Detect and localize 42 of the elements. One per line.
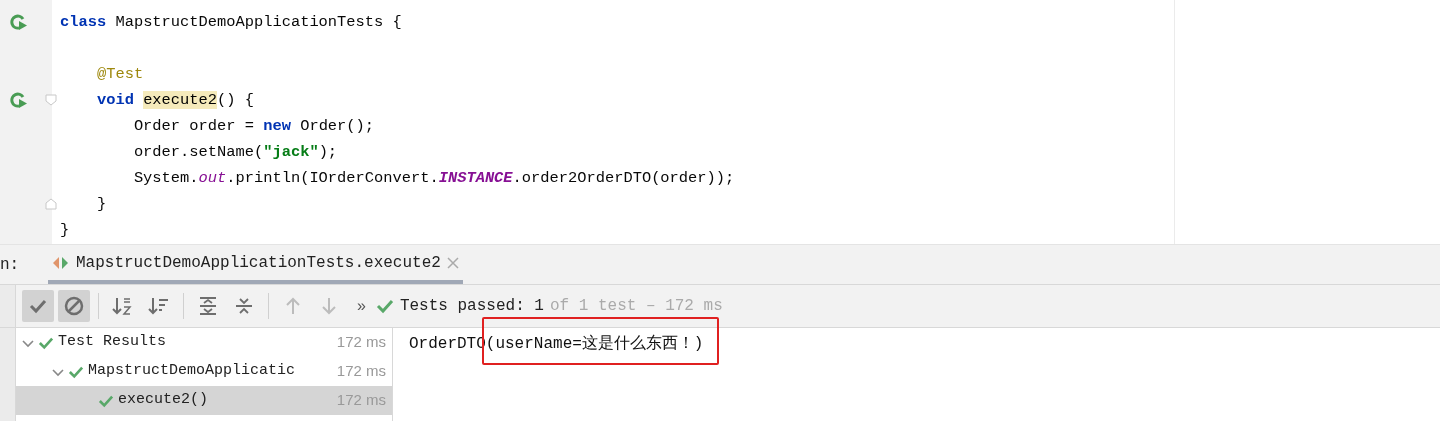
expand-all-icon xyxy=(198,296,218,316)
collapse-all-icon xyxy=(234,296,254,316)
code-line: order.setName("jack"); xyxy=(132,142,339,163)
run-test-icon[interactable] xyxy=(10,13,28,31)
toolbar-button[interactable] xyxy=(22,290,54,322)
check-icon xyxy=(28,297,48,315)
test-duration: 172 ms xyxy=(336,332,386,353)
tests-detail-text: of 1 test – 172 ms xyxy=(549,296,723,317)
fold-marker-icon[interactable] xyxy=(45,94,57,106)
more-text[interactable]: » xyxy=(357,294,366,318)
test-duration: 172 ms xyxy=(336,361,386,382)
tests-passed-text: Tests passed: 1 xyxy=(399,296,544,317)
tree-row[interactable]: Test Results 172 ms xyxy=(16,328,392,357)
code-line: void execute2() { xyxy=(95,90,255,111)
tab-label: MapstructDemoApplicationTests.execute2 xyxy=(76,252,441,274)
code-line: System.out.println(IOrderConvert.INSTANCE.order2OrderDTO(order)); xyxy=(132,168,736,189)
arrow-up-icon xyxy=(284,296,302,316)
close-icon[interactable] xyxy=(446,256,459,269)
stop-icon xyxy=(64,296,84,316)
run-label: n: xyxy=(0,254,21,276)
arrow-down-icon xyxy=(320,296,338,316)
run-test-icon[interactable] xyxy=(10,91,28,109)
test-name: execute2() xyxy=(118,390,209,411)
fold-marker-icon[interactable] xyxy=(45,198,57,210)
test-name: Test Results xyxy=(58,332,168,353)
tree-row[interactable]: execute2() 172 ms xyxy=(16,386,392,415)
code-line: Order order = new Order(); xyxy=(132,116,376,137)
test-duration: 172 ms xyxy=(336,390,386,411)
check-icon xyxy=(38,335,54,350)
code-line: class MapstructDemoApplicationTests { xyxy=(60,12,403,33)
test-name: MapstructDemoApplicatic xyxy=(88,361,297,382)
sort-alpha-icon xyxy=(112,296,134,316)
tree-row[interactable]: MapstructDemoApplicatic 172 ms xyxy=(16,357,392,386)
code-line: } xyxy=(60,220,71,241)
check-icon xyxy=(375,298,394,314)
play-pair-icon xyxy=(52,255,70,270)
toolbar-button[interactable] xyxy=(58,290,90,322)
code-line: @Test xyxy=(95,64,145,85)
sort-list-icon xyxy=(148,296,170,316)
check-icon xyxy=(98,393,114,408)
check-icon xyxy=(68,364,84,379)
code-line: } xyxy=(95,194,108,215)
